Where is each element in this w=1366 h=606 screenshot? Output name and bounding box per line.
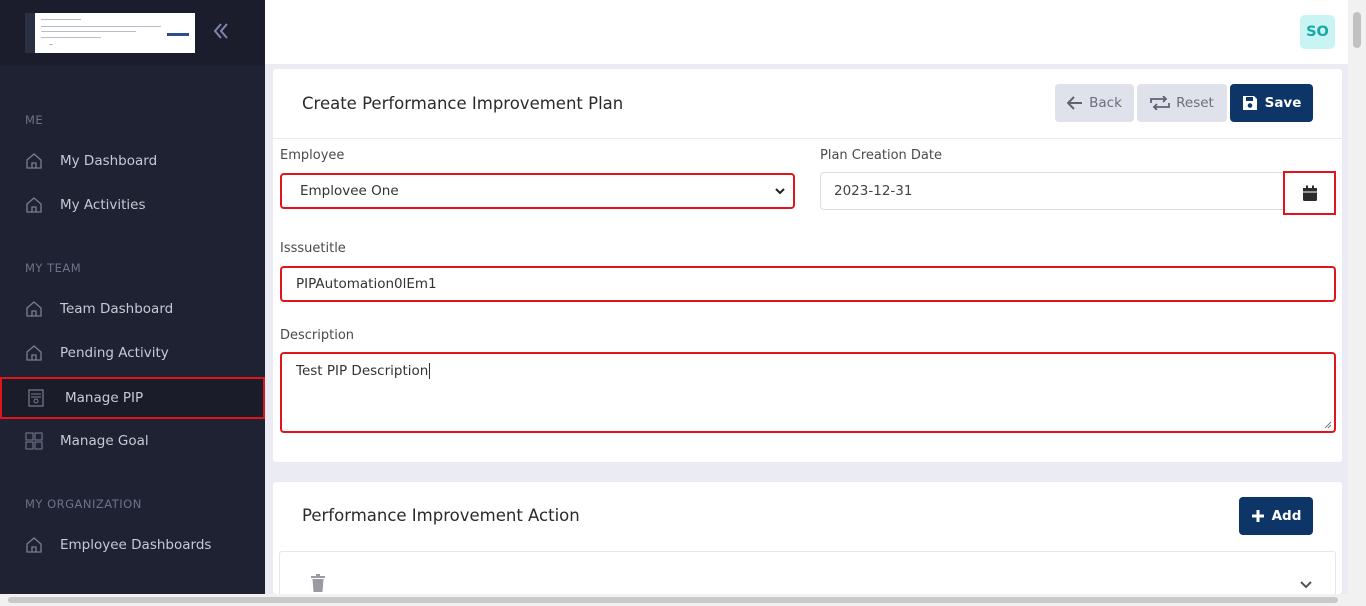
improvement-action-card: Performance Improvement Action Add <box>273 482 1342 601</box>
vertical-scrollbar[interactable] <box>1348 0 1366 606</box>
repeat-icon <box>1150 96 1171 110</box>
description-label: Description <box>280 328 355 343</box>
sidebar-item-label: Manage PIP <box>65 390 144 406</box>
add-action-button[interactable]: Add <box>1239 497 1313 535</box>
grid-icon <box>24 431 44 451</box>
sidebar-item-label: Employee Dashboards <box>60 537 212 553</box>
page-title: Create Performance Improvement Plan <box>302 94 624 113</box>
horizontal-scrollbar[interactable] <box>0 594 1366 606</box>
issue-title-label: Isssuetitle <box>280 241 346 256</box>
sidebar-header <box>0 0 265 66</box>
sidebar-item-label: Manage Goal <box>60 433 149 449</box>
home-icon <box>24 195 44 215</box>
floppy-disk-icon <box>1242 96 1257 110</box>
text-cursor <box>429 363 431 379</box>
employee-select-value: Emplovee One <box>300 183 399 199</box>
description-textarea[interactable]: Test PIP Description <box>280 352 1336 433</box>
calendar-button[interactable] <box>1283 171 1336 215</box>
back-button-label: Back <box>1089 95 1122 111</box>
sidebar-item-my-dashboard[interactable]: My Dashboard <box>0 141 265 181</box>
chevron-down-icon <box>775 188 785 195</box>
calendar-icon <box>1302 185 1317 201</box>
logo-thumbnail[interactable] <box>25 13 195 53</box>
home-icon <box>24 535 44 555</box>
trash-icon[interactable] <box>310 574 326 592</box>
section-label-my-organization: MY ORGANIZATION <box>25 497 142 511</box>
double-chevron-left-icon[interactable] <box>208 20 234 46</box>
resize-handle-icon[interactable] <box>1324 421 1332 429</box>
save-button-label: Save <box>1264 95 1302 111</box>
back-button[interactable]: Back <box>1055 84 1134 122</box>
home-icon <box>24 299 44 319</box>
sidebar: ME My Dashboard My Activities MY TEAM Te… <box>0 0 265 606</box>
employee-select[interactable]: Emplovee One <box>280 173 795 209</box>
plan-date-value: 2023-12-31 <box>834 183 913 199</box>
issue-title-input[interactable]: PIPAutomation0lEm1 <box>280 266 1336 302</box>
sidebar-item-label: Pending Activity <box>60 345 169 361</box>
add-button-label: Add <box>1271 508 1302 524</box>
create-pip-card: Create Performance Improvement Plan Back… <box>273 69 1342 462</box>
sidebar-item-my-activities[interactable]: My Activities <box>0 185 265 225</box>
section-label-my-team: MY TEAM <box>25 261 82 275</box>
issue-title-value: PIPAutomation0lEm1 <box>296 276 437 292</box>
sidebar-item-employee-dashboards[interactable]: Employee Dashboards <box>0 525 265 565</box>
sidebar-item-label: My Activities <box>60 197 146 213</box>
save-button[interactable]: Save <box>1230 84 1313 122</box>
sidebar-item-manage-pip[interactable]: Manage PIP <box>0 377 265 419</box>
arrow-left-icon <box>1067 96 1083 110</box>
divider <box>273 138 1342 139</box>
employee-label: Employee <box>280 148 345 163</box>
chevron-down-icon[interactable] <box>1299 580 1313 590</box>
home-icon <box>24 151 44 171</box>
top-header: SO <box>265 0 1348 64</box>
avatar[interactable]: SO <box>1300 15 1335 49</box>
sidebar-item-manage-goal[interactable]: Manage Goal <box>0 421 265 461</box>
section-label-me: ME <box>25 113 44 127</box>
document-icon <box>26 388 46 408</box>
reset-button-label: Reset <box>1176 95 1214 111</box>
section-title: Performance Improvement Action <box>302 506 580 525</box>
sidebar-item-label: My Dashboard <box>60 153 158 169</box>
sidebar-item-pending-activity[interactable]: Pending Activity <box>0 333 265 373</box>
plan-date-input[interactable]: 2023-12-31 <box>820 172 1290 210</box>
sidebar-item-label: Team Dashboard <box>60 301 174 317</box>
home-icon <box>24 343 44 363</box>
sidebar-item-team-dashboard[interactable]: Team Dashboard <box>0 289 265 329</box>
plan-date-label: Plan Creation Date <box>820 148 942 163</box>
description-value: Test PIP Description <box>296 363 429 379</box>
reset-button[interactable]: Reset <box>1137 84 1227 122</box>
plus-icon <box>1251 510 1264 522</box>
